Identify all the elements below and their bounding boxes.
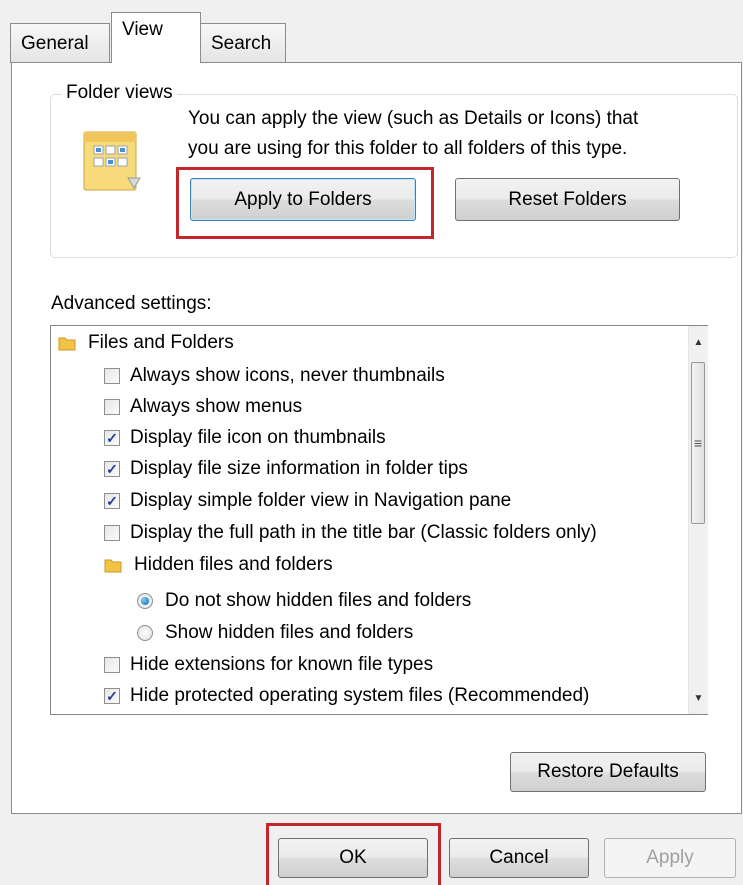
option-hide-extensions[interactable]: Hide extensions for known file types <box>104 650 433 680</box>
folder-icon <box>58 337 76 351</box>
tree-label: Hidden files and folders <box>134 554 333 575</box>
radio[interactable] <box>137 625 153 641</box>
option-display-file-size[interactable]: ✓ Display file size information in folde… <box>104 454 468 484</box>
folder-views-icon <box>78 128 144 194</box>
folder-icon <box>104 559 122 573</box>
option-show-hidden[interactable]: Show hidden files and folders <box>137 618 413 648</box>
advanced-settings-scrollbar[interactable]: ▲ ≡ ▼ <box>688 326 708 714</box>
option-label: Always show menus <box>130 396 303 417</box>
tab-search[interactable]: Search <box>200 23 286 63</box>
option-label: Show hidden files and folders <box>165 622 414 643</box>
cancel-button[interactable]: Cancel <box>449 838 589 878</box>
tab-general[interactable]: General <box>10 23 110 63</box>
advanced-settings-label: Advanced settings: <box>51 293 212 314</box>
checkbox-checked[interactable]: ✓ <box>104 461 120 477</box>
option-hide-protected-files[interactable]: ✓ Hide protected operating system files … <box>104 681 589 711</box>
option-label: Do not show hidden files and folders <box>165 590 472 611</box>
option-label: Always show icons, never thumbnails <box>130 365 445 386</box>
scroll-thumb[interactable]: ≡ <box>691 362 705 524</box>
checkbox[interactable] <box>104 657 120 673</box>
option-label: Display simple folder view in Navigation… <box>130 490 512 511</box>
radio-selected[interactable] <box>137 593 153 609</box>
reset-folders-button[interactable]: Reset Folders <box>455 178 680 221</box>
checkbox[interactable] <box>104 525 120 541</box>
folder-views-title: Folder views <box>62 82 177 104</box>
option-label: Display the full path in the title bar (… <box>130 522 597 543</box>
tab-view-label: View <box>122 19 163 40</box>
scroll-up-icon[interactable]: ▲ <box>689 332 708 352</box>
tree-label: Files and Folders <box>88 332 234 353</box>
tree-folder-hidden-files[interactable]: Hidden files and folders <box>104 550 333 580</box>
folder-views-description: You can apply the view (such as Details … <box>188 104 638 164</box>
option-full-path[interactable]: Display the full path in the title bar (… <box>104 518 597 548</box>
option-always-show-menus[interactable]: Always show menus <box>104 392 302 422</box>
scroll-down-icon[interactable]: ▼ <box>689 688 708 708</box>
checkbox[interactable] <box>104 399 120 415</box>
checkbox[interactable] <box>104 368 120 384</box>
description-line-1: You can apply the view (such as Details … <box>188 108 639 129</box>
checkbox-checked[interactable]: ✓ <box>104 430 120 446</box>
tab-view[interactable]: View <box>111 12 201 63</box>
checkbox-checked[interactable]: ✓ <box>104 493 120 509</box>
option-simple-folder-view[interactable]: ✓ Display simple folder view in Navigati… <box>104 486 511 516</box>
tab-general-label: General <box>21 32 89 54</box>
ok-button[interactable]: OK <box>278 838 428 878</box>
option-label: Display file size information in folder … <box>130 458 468 479</box>
option-label: Hide protected operating system files (R… <box>130 685 590 706</box>
apply-to-folders-button[interactable]: Apply to Folders <box>190 178 416 221</box>
apply-button[interactable]: Apply <box>604 838 736 878</box>
option-always-show-icons[interactable]: Always show icons, never thumbnails <box>104 361 445 391</box>
description-line-2: you are using for this folder to all fol… <box>188 138 628 159</box>
checkbox-checked[interactable]: ✓ <box>104 688 120 704</box>
tree-folder-files-and-folders[interactable]: Files and Folders <box>58 328 234 358</box>
restore-defaults-button[interactable]: Restore Defaults <box>510 752 706 792</box>
option-do-not-show-hidden[interactable]: Do not show hidden files and folders <box>137 586 471 616</box>
option-label: Hide extensions for known file types <box>130 654 434 675</box>
option-label: Display file icon on thumbnails <box>130 427 386 448</box>
tab-search-label: Search <box>211 32 272 54</box>
option-display-file-icon[interactable]: ✓ Display file icon on thumbnails <box>104 423 386 453</box>
